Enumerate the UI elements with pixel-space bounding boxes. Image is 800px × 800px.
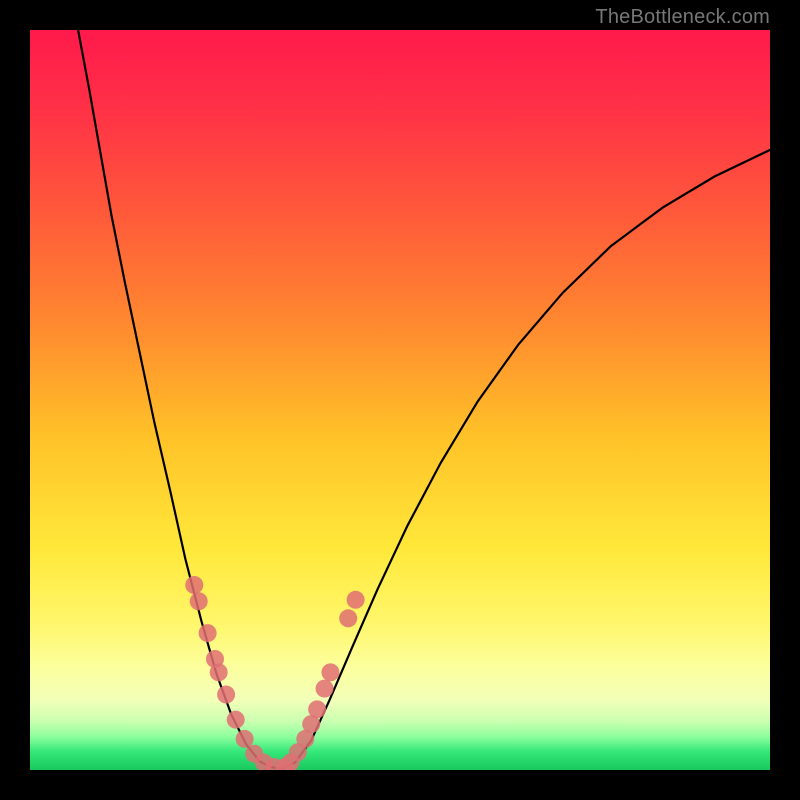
curve-right-branch — [282, 150, 770, 769]
chart-frame: TheBottleneck.com — [0, 0, 800, 800]
data-point — [339, 609, 357, 627]
data-point — [227, 711, 245, 729]
watermark-text: TheBottleneck.com — [595, 6, 770, 29]
curve-layer — [30, 30, 770, 770]
data-point — [316, 680, 334, 698]
data-point — [210, 663, 228, 681]
data-point — [217, 686, 235, 704]
data-point — [199, 624, 217, 642]
data-point — [321, 663, 339, 681]
plot-area — [30, 30, 770, 770]
data-point — [190, 592, 208, 610]
data-point — [236, 730, 254, 748]
data-point — [185, 576, 203, 594]
data-point — [347, 591, 365, 609]
curve-left-branch — [78, 30, 282, 769]
data-point — [308, 700, 326, 718]
